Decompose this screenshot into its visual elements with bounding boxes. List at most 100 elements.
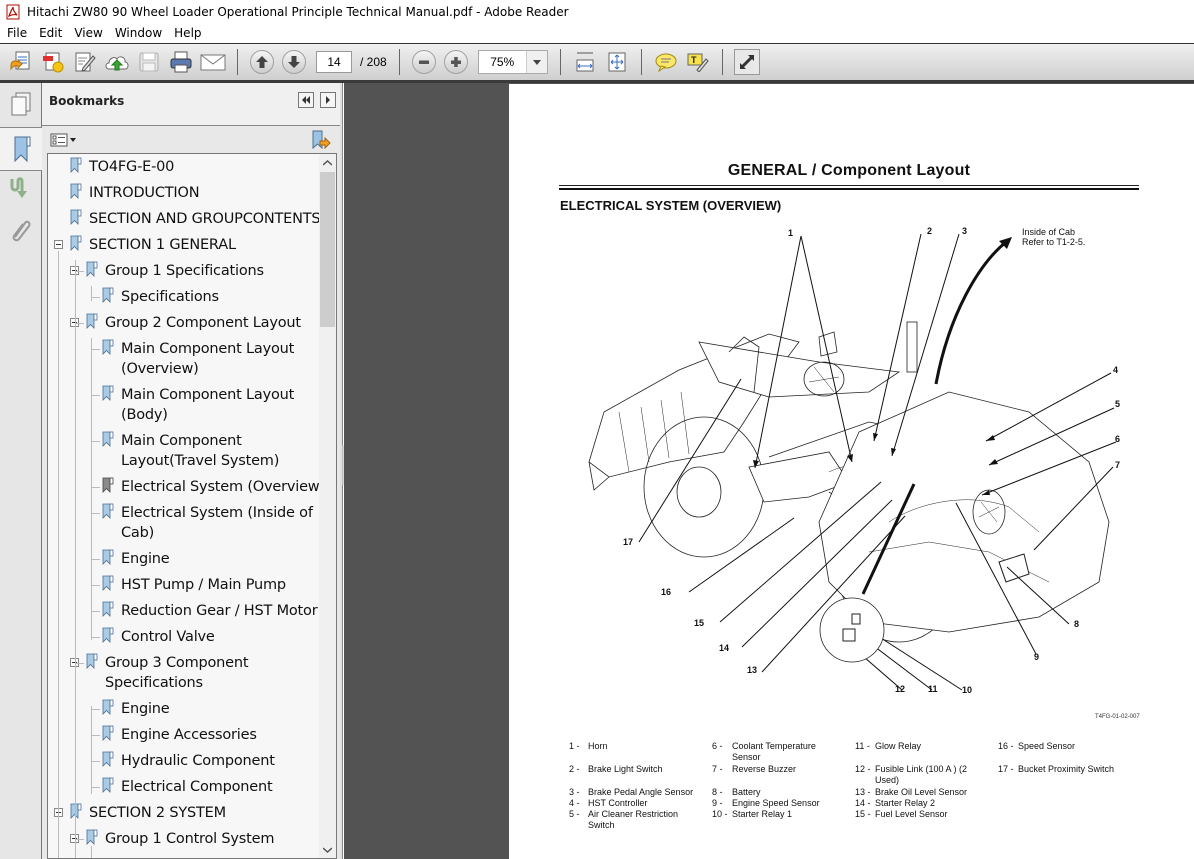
tree-connector	[91, 787, 100, 788]
legend-text: Brake Pedal Angle Sensor	[588, 787, 694, 797]
bookmark-item[interactable]: Electrical System (Overview)	[102, 477, 325, 497]
legend-item: 8 - Battery	[712, 787, 827, 798]
bookmark-icon	[14, 136, 30, 163]
menu-view[interactable]: View	[68, 26, 108, 40]
bookmark-item[interactable]: Engine Accessories	[102, 725, 257, 745]
signature-icon	[10, 177, 27, 198]
bookmark-item[interactable]: Engine	[102, 699, 170, 719]
full-screen-button[interactable]	[733, 49, 760, 75]
zoom-in-icon	[450, 57, 461, 67]
page-number-input[interactable]: 14	[316, 51, 352, 73]
bookmarks-scrollbar[interactable]	[319, 154, 336, 858]
bookmark-label-continued: Cab)	[121, 525, 155, 541]
create-pdf-button[interactable]	[40, 49, 66, 75]
bookmark-item[interactable]: Group 1 Control System	[86, 829, 274, 849]
zoom-level-select[interactable]: 75%	[477, 50, 548, 74]
bookmark-item[interactable]: Hydraulic Component	[102, 751, 275, 771]
bookmark-item[interactable]: Control Valve	[102, 627, 215, 647]
menu-help[interactable]: Help	[168, 26, 207, 40]
legend-item: 3 - Brake Pedal Angle Sensor	[569, 787, 703, 798]
bookmark-label-wrap: Main Component Layout (Body)	[121, 385, 294, 425]
collapse-toggle[interactable]	[54, 240, 63, 249]
bookmark-item[interactable]: Engine	[102, 549, 170, 569]
page-thumbnails-button[interactable]	[0, 83, 42, 125]
bookmark-item[interactable]: SECTION AND GROUPCONTENTS	[70, 209, 321, 229]
open-button[interactable]	[8, 49, 34, 75]
bookmark-item[interactable]: Main Component Layout (Overview)	[102, 339, 294, 379]
menu-edit[interactable]: Edit	[33, 26, 68, 40]
bookmark-icon	[86, 829, 98, 845]
fit-page-button[interactable]	[604, 49, 630, 75]
chevron-down-icon[interactable]	[526, 51, 547, 73]
callout-6: 6	[1115, 434, 1121, 444]
signatures-button[interactable]	[0, 167, 42, 209]
bookmark-item[interactable]: Electrical Component	[102, 777, 273, 797]
tree-guide-line	[91, 706, 92, 794]
scroll-thumb[interactable]	[320, 172, 335, 327]
legend-number: 8 -	[712, 787, 723, 797]
tree-connector	[91, 297, 100, 298]
bookmark-item[interactable]: Electrical System (Inside of Cab)	[102, 503, 313, 543]
bookmark-label: Group 2 Component Layout	[105, 315, 301, 331]
save-button[interactable]	[136, 49, 162, 75]
bookmark-label: Electrical Component	[121, 779, 273, 795]
next-page-button[interactable]	[282, 50, 306, 74]
bookmark-label-continued: (Body)	[121, 407, 168, 423]
bookmark-item[interactable]: Group 1 Specifications	[86, 261, 264, 281]
legend-number: 16 -	[998, 741, 1014, 751]
bookmark-icon	[102, 477, 114, 493]
options-icon	[50, 133, 68, 147]
toolbar-separator	[721, 49, 723, 75]
double-chevron-left-icon	[302, 96, 310, 104]
email-button[interactable]	[200, 49, 226, 75]
zoom-out-button[interactable]	[411, 50, 436, 74]
highlight-text-button[interactable]: T	[685, 49, 711, 75]
legend-number: 6 -	[712, 741, 723, 751]
collapse-panel-button[interactable]	[298, 92, 314, 108]
legend-item: 6 - Coolant Temperature Sensor	[712, 741, 827, 763]
bookmark-item[interactable]: Main Component Layout(Travel System)	[102, 431, 279, 471]
bookmark-item[interactable]: SECTION 2 SYSTEM	[70, 803, 226, 823]
scroll-down-arrow[interactable]	[319, 841, 336, 858]
zoom-level-value[interactable]: 75%	[479, 51, 527, 73]
bookmark-item[interactable]: Group 2 Component Layout	[86, 313, 301, 333]
bookmark-label: SECTION 1 GENERAL	[89, 237, 236, 253]
expand-panel-button[interactable]	[320, 92, 336, 108]
menu-window[interactable]: Window	[109, 26, 168, 40]
create-pdf-icon	[43, 52, 64, 73]
upload-button[interactable]	[104, 49, 130, 75]
bookmark-item[interactable]: Main Component Layout (Body)	[102, 385, 294, 425]
bookmark-icon	[70, 209, 82, 225]
fit-width-button[interactable]	[572, 49, 598, 75]
callout-1: 1	[788, 228, 794, 238]
scroll-up-arrow[interactable]	[319, 154, 336, 171]
bookmark-item[interactable]: Specifications	[102, 287, 219, 307]
expand-current-bookmark-button[interactable]	[310, 129, 332, 151]
print-button[interactable]	[168, 49, 194, 75]
callout-14: 14	[719, 643, 730, 653]
bookmark-item[interactable]: HST Pump / Main Pump	[102, 575, 286, 595]
bookmark-label: Specifications	[121, 289, 219, 305]
attachments-button[interactable]	[0, 209, 42, 251]
bookmark-item[interactable]: Reduction Gear / HST Motor	[102, 601, 318, 621]
previous-page-button[interactable]	[250, 50, 274, 74]
options-menu-button[interactable]	[50, 131, 76, 149]
bookmarks-tab[interactable]	[0, 127, 43, 171]
bookmark-label: TO4FG-E-00	[89, 159, 175, 175]
legend-item: 13 - Brake Oil Level Sensor	[855, 787, 990, 798]
menu-file[interactable]: File	[0, 26, 33, 40]
callout-4: 4	[1113, 365, 1119, 375]
bookmark-icon	[86, 313, 98, 329]
tree-guide-line	[91, 286, 92, 301]
zoom-in-button[interactable]	[443, 50, 468, 74]
bookmark-item[interactable]: INTRODUCTION	[70, 183, 200, 203]
legend-number: 13 -	[855, 787, 871, 797]
edit-button[interactable]	[72, 49, 98, 75]
toolbar-separator	[398, 49, 400, 75]
bookmark-item[interactable]: SECTION 1 GENERAL	[70, 235, 236, 255]
comment-button[interactable]	[653, 49, 679, 75]
tree-connector	[75, 839, 84, 840]
bookmark-item[interactable]: Group 3 Component Specifications	[86, 653, 249, 693]
legend-number: 12 -	[855, 764, 871, 774]
bookmark-item[interactable]: TO4FG-E-00	[70, 157, 174, 177]
